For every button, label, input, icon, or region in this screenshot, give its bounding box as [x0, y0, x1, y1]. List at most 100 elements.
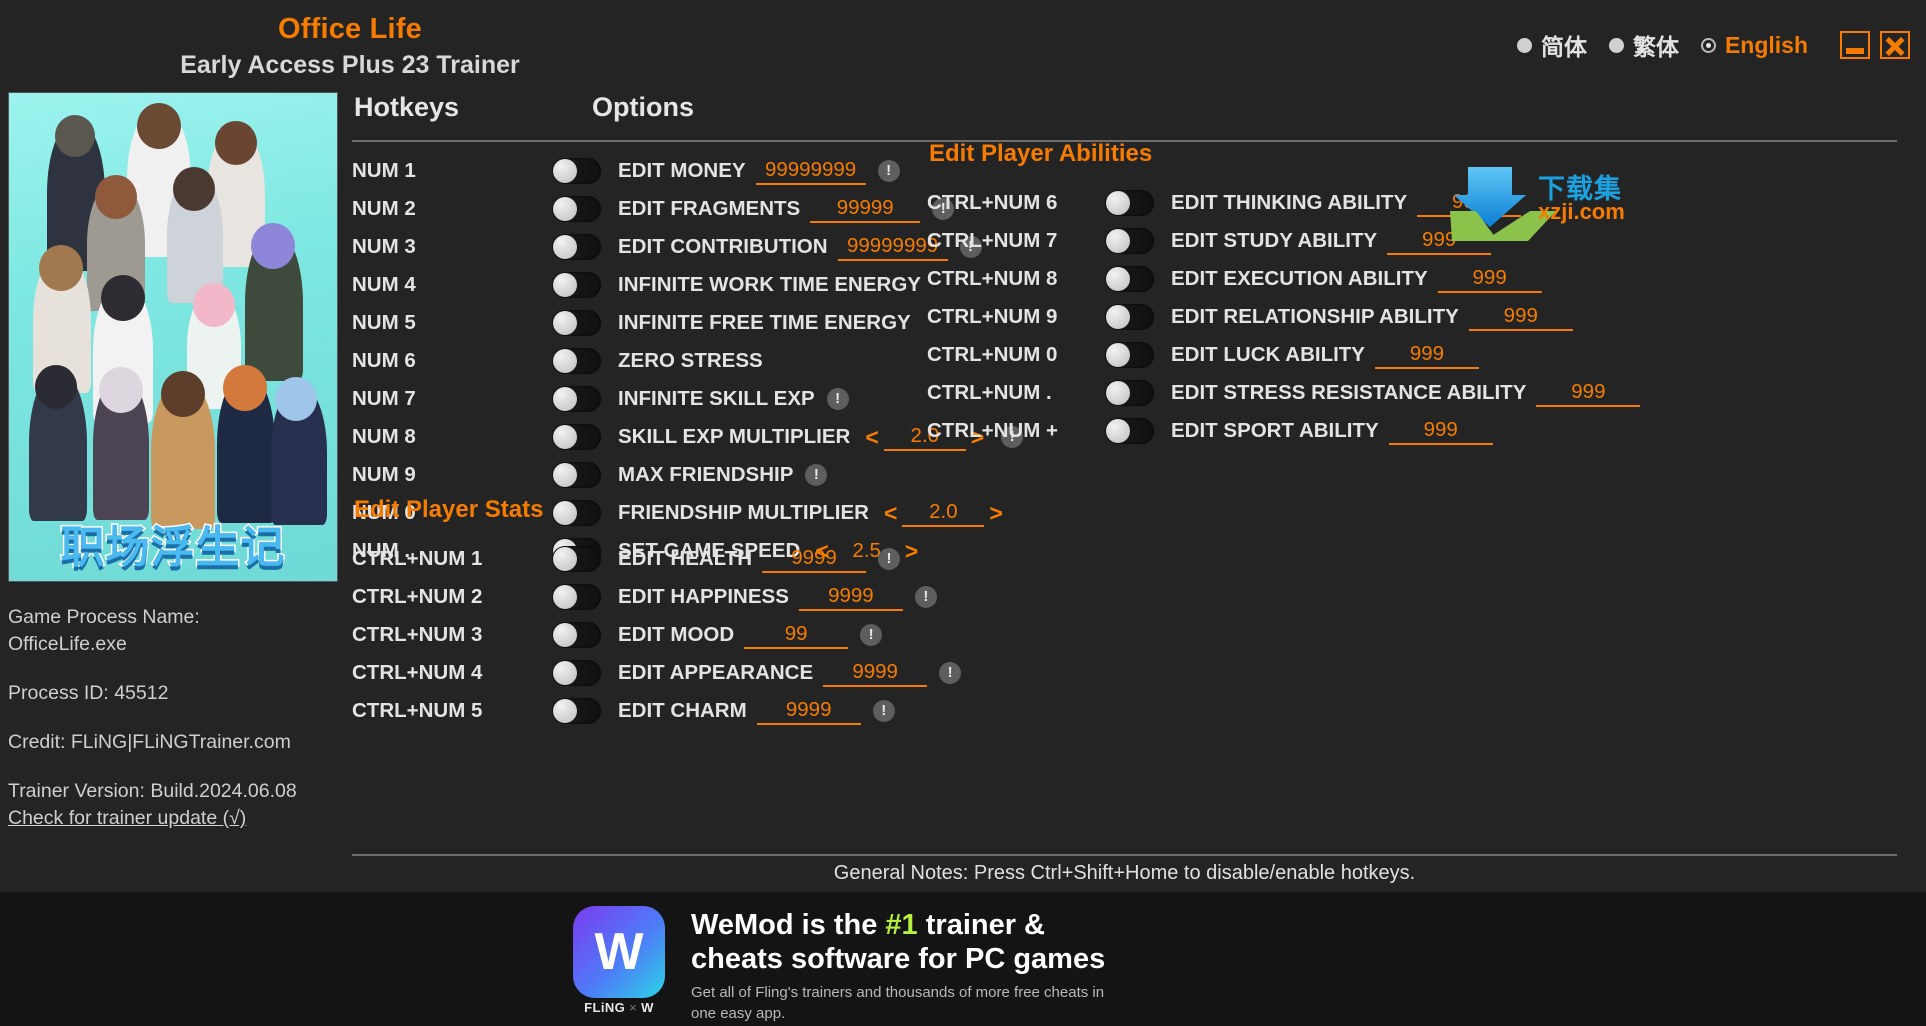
trainer-version: Trainer Version: Build.2024.06.08	[8, 780, 297, 802]
toggle-knob	[553, 547, 577, 571]
player-abilities-section: Edit Player Abilities CTRL+NUM 6 EDIT TH…	[927, 114, 1641, 450]
option-label: INFINITE WORK TIME ENERGY	[618, 273, 921, 296]
value-field-edit-health[interactable]: 9999	[762, 546, 867, 573]
toggle-edit-contribution[interactable]	[552, 234, 601, 260]
option-label: EDIT MOOD	[618, 623, 735, 646]
toggle-knob	[553, 387, 577, 411]
banner-subtext: Get all of Fling's trainers and thousand…	[691, 984, 1105, 1022]
toggle-edit-relationship-ability[interactable]	[1105, 304, 1154, 330]
option-label: EDIT THINKING ABILITY	[1171, 191, 1408, 214]
value-field-edit-appearance[interactable]: 9999	[823, 660, 928, 687]
fling-partner-row: FLiNG × W	[573, 1000, 665, 1015]
hotkey-label: CTRL+NUM 1	[352, 547, 483, 570]
warning-icon[interactable]: !	[877, 160, 900, 182]
toggle-edit-execution-ability[interactable]	[1105, 266, 1154, 292]
toggle-knob	[1106, 343, 1130, 367]
decrement-icon[interactable]: <	[860, 424, 883, 451]
value-field-relationship-ability[interactable]: 999	[1468, 304, 1573, 331]
close-icon[interactable]	[1880, 31, 1910, 59]
warning-icon[interactable]: !	[860, 624, 883, 646]
toggle-edit-luck-ability[interactable]	[1105, 342, 1154, 368]
increment-icon[interactable]: >	[984, 500, 1007, 527]
wemod-logo-icon: W	[573, 906, 665, 998]
language-option-english[interactable]: English	[1700, 31, 1808, 59]
sidebar: 职场浮生记 Game Process Name: OfficeLife.exe …	[8, 92, 338, 832]
radio-icon	[1516, 37, 1532, 53]
toggle-infinite-free-time-energy[interactable]	[552, 310, 601, 336]
process-name-label: Game Process Name:	[8, 606, 200, 628]
hotkey-label: CTRL+NUM 8	[927, 267, 1058, 290]
toggle-edit-fragments[interactable]	[552, 196, 601, 222]
value-field-edit-fragments[interactable]: 99999	[810, 196, 921, 223]
value-field-luck-ability[interactable]: 999	[1374, 342, 1479, 369]
toggle-edit-appearance[interactable]	[552, 660, 601, 686]
toggle-infinite-skill-exp[interactable]	[552, 386, 601, 412]
warning-icon[interactable]: !	[939, 662, 962, 684]
toggle-edit-stress-resistance-ability[interactable]	[1105, 380, 1154, 406]
warning-icon[interactable]: !	[878, 548, 901, 570]
stat-row-edit-charm: CTRL+NUM 5 EDIT CHARM 9999 !	[352, 692, 961, 730]
hotkey-label: CTRL+NUM .	[927, 381, 1052, 404]
wemod-banner[interactable]: W FLiNG × W WeMod is the #1 trainer & chea…	[0, 892, 1926, 1026]
option-label: EDIT CONTRIBUTION	[618, 235, 828, 258]
version-block: Trainer Version: Build.2024.06.08 Check …	[8, 778, 338, 832]
toggle-edit-happiness[interactable]	[552, 584, 601, 610]
toggle-edit-study-ability[interactable]	[1105, 228, 1154, 254]
warning-icon[interactable]: !	[872, 700, 895, 722]
value-field-edit-happiness[interactable]: 9999	[798, 584, 903, 611]
toggle-knob	[553, 197, 577, 221]
language-label: English	[1724, 31, 1808, 58]
value-field-edit-mood[interactable]: 99	[744, 622, 849, 649]
value-field-execution-ability[interactable]: 999	[1437, 266, 1542, 293]
radio-selected-icon	[1700, 37, 1716, 53]
value-field-thinking-ability[interactable]: 999	[1417, 190, 1522, 217]
process-name-block: Game Process Name: OfficeLife.exe	[8, 604, 338, 658]
hotkey-label: CTRL+NUM 3	[352, 623, 483, 646]
fling-label: FLiNG	[584, 1000, 626, 1015]
minimize-icon[interactable]	[1840, 31, 1870, 59]
ability-row-relationship: CTRL+NUM 9 EDIT RELATIONSHIP ABILITY 999	[927, 298, 1640, 336]
value-field-study-ability[interactable]: 999	[1387, 228, 1492, 255]
hotkey-label: CTRL+NUM 0	[927, 343, 1058, 366]
hotkey-label: NUM 2	[352, 197, 416, 220]
language-option-simplified[interactable]: 简体	[1516, 28, 1587, 62]
headline-part-3: cheats software for PC games	[691, 943, 1106, 975]
wemod-mini-logo-icon: W	[641, 1000, 654, 1015]
warning-icon[interactable]: !	[914, 586, 937, 608]
headline-part-1: WeMod is the	[691, 909, 886, 941]
option-label: EDIT HAPPINESS	[618, 585, 789, 608]
language-selector: 简体 繁体 English	[1516, 28, 1910, 62]
check-update-link[interactable]: Check for trainer update (√)	[8, 805, 246, 832]
toggle-edit-health[interactable]	[552, 546, 601, 572]
option-label: INFINITE FREE TIME ENERGY	[618, 311, 911, 334]
toggle-knob	[1106, 305, 1130, 329]
toggle-edit-sport-ability[interactable]	[1105, 418, 1154, 444]
toggle-edit-money[interactable]	[552, 158, 601, 184]
toggle-zero-stress[interactable]	[552, 348, 601, 374]
player-stats-title: Edit Player Stats	[354, 496, 544, 523]
value-field-stress-resistance-ability[interactable]: 999	[1536, 380, 1641, 407]
toggle-infinite-work-time-energy[interactable]	[552, 272, 601, 298]
hotkey-label: NUM 4	[352, 273, 416, 296]
value-field-edit-money[interactable]: 99999999	[755, 158, 866, 185]
banner-headline: WeMod is the #1 trainer & cheats softwar…	[691, 908, 1331, 976]
toggle-knob	[553, 623, 577, 647]
value-field-sport-ability[interactable]: 999	[1388, 418, 1493, 445]
toggle-knob	[1106, 267, 1130, 291]
headline-part-2: trainer &	[917, 909, 1046, 941]
toggle-knob	[553, 585, 577, 609]
toggle-skill-exp-multiplier[interactable]	[552, 424, 601, 450]
toggle-edit-thinking-ability[interactable]	[1105, 190, 1154, 216]
game-cover-art: 职场浮生记	[8, 92, 338, 582]
option-label: EDIT CHARM	[618, 699, 747, 722]
warning-icon[interactable]: !	[826, 388, 849, 410]
toggle-knob	[1106, 229, 1130, 253]
value-field-edit-charm[interactable]: 9999	[756, 698, 861, 725]
language-option-traditional[interactable]: 繁体	[1608, 28, 1679, 62]
toggle-edit-charm[interactable]	[552, 698, 601, 724]
title-bar: Office Life Early Access Plus 23 Trainer…	[0, 0, 1926, 92]
process-info: Game Process Name: OfficeLife.exe Proces…	[8, 604, 338, 832]
toggle-edit-mood[interactable]	[552, 622, 601, 648]
toggle-knob	[1106, 419, 1130, 443]
toggle-knob	[1106, 191, 1130, 215]
